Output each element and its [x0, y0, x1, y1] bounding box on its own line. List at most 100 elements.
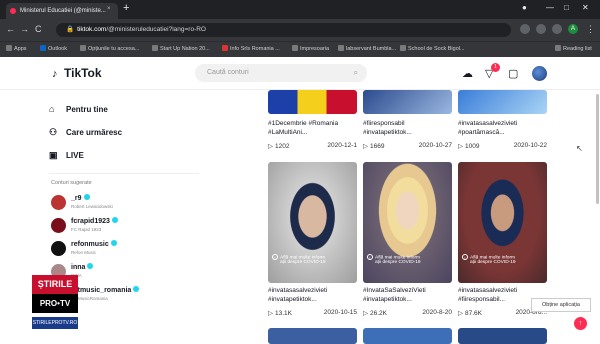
- url-domain: tiktok.com: [77, 26, 107, 33]
- video-meta: ▷ 1669 2020-10-27: [363, 142, 452, 150]
- account-subtitle: Refon Music: [71, 250, 97, 255]
- bookmark-labservant[interactable]: labservant Bumbla...: [338, 45, 396, 52]
- mouse-cursor-icon: ↖: [576, 144, 583, 153]
- watermark-top: ȘTIRILE: [32, 275, 78, 294]
- upload-cloud-icon[interactable]: ☁: [462, 67, 473, 80]
- browser-tab[interactable]: Ministerul Educatiei (@ministe...: [6, 3, 118, 19]
- profile-avatar[interactable]: A: [568, 24, 578, 34]
- bookmark-reading-list[interactable]: Reading list: [555, 45, 592, 52]
- account-name: ratmusic_romania: [71, 286, 140, 294]
- verified-icon: [110, 240, 117, 246]
- play-icon: ▷: [268, 310, 273, 317]
- account-name: _r9: [71, 194, 90, 202]
- bookmark-school[interactable]: School de Sock Bigol...: [400, 45, 465, 52]
- tiktok-header: ♪ TikTok Caută conturi ⌕ ☁ ▽ 1 ▢: [0, 57, 600, 90]
- avatar: [51, 195, 66, 210]
- star-icon[interactable]: [536, 24, 546, 34]
- play-icon: ▷: [458, 143, 463, 150]
- lock-icon: 🔒: [66, 26, 75, 33]
- video-thumbnail[interactable]: i Află mai multe inform ații despre COVID-…: [268, 162, 357, 283]
- verified-icon: [111, 217, 118, 223]
- video-caption[interactable]: #invatasasalvezivieti #poartămască...: [458, 119, 550, 137]
- tiktok-note-icon: ♪: [52, 68, 58, 80]
- verified-icon: [133, 286, 140, 292]
- bookmark-impresoaria[interactable]: Impresoaria: [292, 45, 329, 52]
- menu-kebab-icon[interactable]: ⋮: [586, 24, 595, 35]
- forward-button[interactable]: →: [20, 24, 29, 34]
- search-icon[interactable]: ⌕: [354, 64, 358, 82]
- inbox-badge: 1: [491, 63, 500, 72]
- reload-button[interactable]: C: [35, 24, 42, 34]
- video-caption[interactable]: #invatasasalvezivieti #invatapetiktok...: [268, 286, 360, 304]
- watermark-mid: PRO•TV: [32, 294, 78, 313]
- bookmark-favicon-icon: [292, 45, 298, 51]
- play-icon: ▷: [268, 143, 273, 150]
- home-icon: ⌂: [49, 104, 55, 114]
- back-button[interactable]: ←: [6, 24, 15, 34]
- account-name: inna: [71, 263, 94, 271]
- avatar: [51, 241, 66, 256]
- bookmark-favicon-icon: [80, 45, 86, 51]
- sidebar-item-live[interactable]: ▣ LIVE: [49, 150, 84, 161]
- window-minimize-button[interactable]: —: [546, 3, 554, 12]
- bookmark-favicon-icon: [338, 45, 344, 51]
- tab-close-icon[interactable]: ×: [107, 6, 111, 12]
- video-thumbnail[interactable]: [268, 328, 357, 344]
- video-thumbnail[interactable]: [458, 328, 547, 344]
- video-thumbnail[interactable]: [458, 90, 547, 114]
- video-meta: ▷ 1009 2020-10-22: [458, 142, 547, 150]
- video-thumbnail[interactable]: [268, 90, 357, 114]
- minimize-icon[interactable]: ●: [522, 3, 527, 12]
- play-icon: ▷: [363, 143, 368, 150]
- covid-info-banner[interactable]: i Află mai multe inform ații despre COVID-…: [367, 254, 449, 265]
- verified-icon: [87, 263, 94, 269]
- covid-info-banner[interactable]: i Află mai multe inform ații despre COVID-…: [462, 254, 544, 265]
- sidebar-item-for-you[interactable]: ⌂ Pentru tine: [49, 104, 108, 114]
- suggested-account[interactable]: fcrapid1923 FC Rapid 1923: [49, 216, 199, 236]
- apps-grid-icon: [6, 45, 12, 51]
- bookmark-outlook[interactable]: Outlook: [40, 45, 67, 52]
- reading-list-icon: [555, 45, 561, 51]
- search-input[interactable]: Caută conturi ⌕: [195, 64, 367, 82]
- video-thumbnail[interactable]: i Află mai multe inform ații despre COVID-…: [458, 162, 547, 283]
- suggested-accounts-title: Conturi sugerate: [51, 180, 92, 186]
- bookmark-start-up-nation[interactable]: Start Up Nation 20...: [152, 45, 210, 52]
- users-icon: ⚇: [49, 127, 58, 137]
- extension-icon[interactable]: [552, 24, 562, 34]
- address-bar[interactable]: 🔒 tiktok.com/@ministeruleducatiei?lang=ro…: [56, 23, 511, 37]
- browser-toolbar: ← → C 🔒 tiktok.com/@ministeruleducatiei?l…: [0, 19, 600, 41]
- page-scrollbar[interactable]: [596, 94, 599, 204]
- account-subtitle: FC Rapid 1923: [71, 227, 102, 232]
- share-icon[interactable]: [520, 24, 530, 34]
- suggested-account[interactable]: refonmusic Refon Music: [49, 239, 199, 259]
- suggested-account[interactable]: _r9 Robert Lewandowski: [49, 193, 199, 213]
- covid-info-banner[interactable]: i Află mai multe inform ații despre COVID-…: [272, 254, 354, 265]
- bookmark-optiuni[interactable]: Opțiunile tu accesa...: [80, 45, 139, 52]
- get-app-tooltip[interactable]: Obține aplicația: [531, 298, 591, 312]
- tab-title: Ministerul Educatiei (@ministe...: [20, 8, 106, 14]
- user-avatar[interactable]: [532, 66, 547, 81]
- stirile-protv-watermark: ȘTIRILE PRO•TV STIRILEPROTV.RO: [32, 275, 78, 336]
- watermark-bottom: STIRILEPROTV.RO: [32, 317, 78, 329]
- scroll-to-top-button[interactable]: ↑: [574, 317, 587, 330]
- bookmark-favicon-icon: [40, 45, 46, 51]
- bookmark-apps[interactable]: Apps: [6, 45, 27, 52]
- window-close-button[interactable]: ✕: [582, 3, 589, 12]
- verified-icon: [83, 194, 90, 200]
- bookmark-info-srls[interactable]: Info Srls Romania ...: [222, 45, 280, 52]
- video-thumbnail[interactable]: [363, 328, 452, 344]
- video-thumbnail[interactable]: [363, 90, 452, 114]
- video-caption[interactable]: #InvataSaSalveziVieti #invatapetiktok...: [363, 286, 455, 304]
- video-caption[interactable]: #fiiresponsabil #invatapetiktok...: [363, 119, 455, 137]
- messages-icon[interactable]: ▢: [508, 67, 518, 80]
- new-tab-button[interactable]: +: [123, 2, 129, 14]
- play-icon: ▷: [458, 310, 463, 317]
- account-name: refonmusic: [71, 240, 117, 248]
- video-caption[interactable]: #1Decembrie #Romania #LaMultiAni...: [268, 119, 360, 137]
- video-thumbnail[interactable]: i Află mai multe inform ații despre COVID-…: [363, 162, 452, 283]
- window-maximize-button[interactable]: □: [564, 3, 569, 12]
- sidebar-item-following[interactable]: ⚇ Care urmăresc: [49, 127, 122, 138]
- search-placeholder: Caută conturi: [207, 69, 249, 76]
- tiktok-logo[interactable]: ♪ TikTok: [52, 66, 102, 80]
- live-icon: ▣: [49, 150, 58, 160]
